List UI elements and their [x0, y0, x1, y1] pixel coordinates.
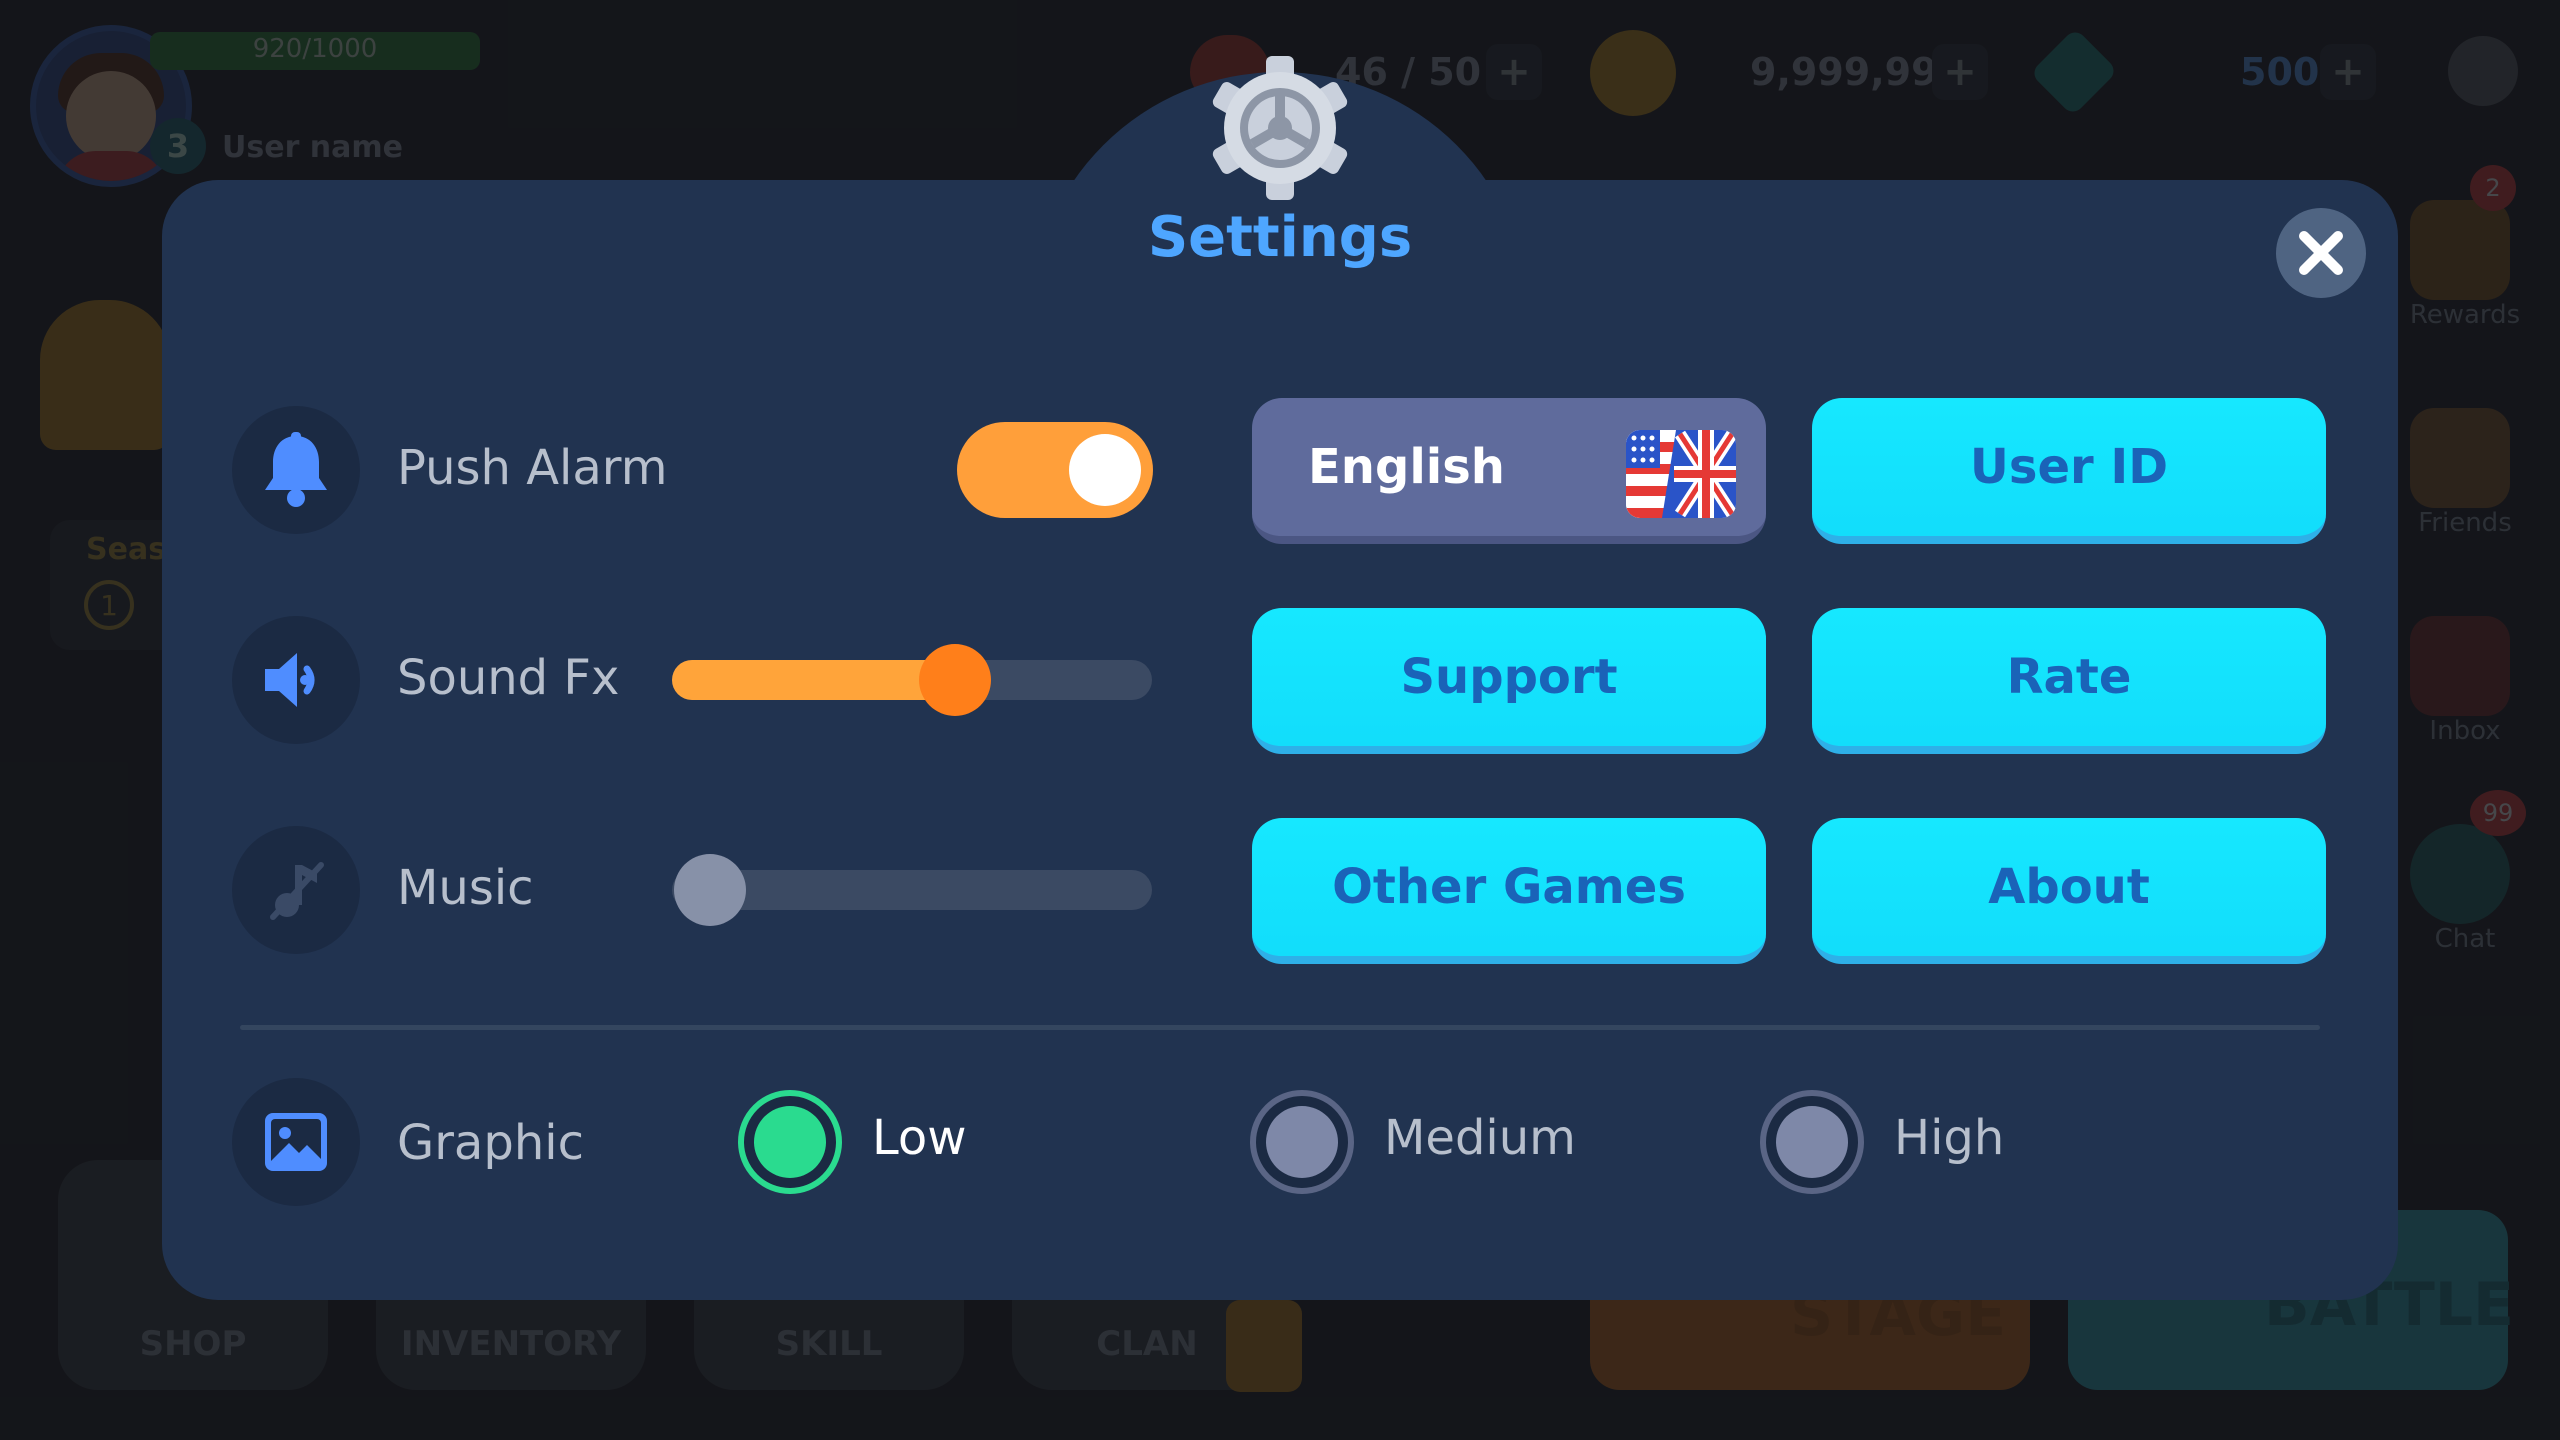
username: User name [222, 130, 404, 165]
graphic-medium-radio[interactable] [1250, 1090, 1354, 1194]
slider-thumb[interactable] [919, 644, 991, 716]
nav-label: SHOP [139, 1324, 247, 1364]
user-id-button[interactable]: User ID [1812, 398, 2326, 544]
section-divider [240, 1025, 2320, 1030]
gift-icon [2410, 200, 2510, 300]
music-muted-icon [270, 862, 324, 920]
sound-fx-label: Sound Fx [397, 650, 620, 706]
bell-icon [265, 432, 327, 507]
coin-icon [1590, 30, 1676, 116]
speaker-icon [265, 653, 315, 707]
settings-gear-icon[interactable] [2448, 36, 2518, 106]
music-icon-wrap [232, 826, 360, 954]
clan-lock-icon [1226, 1300, 1302, 1392]
graphic-high-radio[interactable] [1760, 1090, 1864, 1194]
chat-icon [2410, 824, 2510, 924]
rewards-badge: 2 [2470, 165, 2516, 211]
radio-dot [1776, 1106, 1848, 1178]
side-label: Friends [2418, 508, 2512, 538]
side-label: Inbox [2429, 716, 2501, 746]
toggle-knob [1069, 434, 1141, 506]
about-button[interactable]: About [1812, 818, 2326, 964]
side-chat-button[interactable]: Chat [2390, 814, 2540, 984]
language-button[interactable]: English [1252, 398, 1766, 544]
push-alarm-toggle[interactable] [957, 422, 1153, 518]
nav-label: INVENTORY [400, 1324, 622, 1364]
side-rewards-button[interactable]: Rewards [2390, 190, 2540, 360]
other-games-button[interactable]: Other Games [1252, 818, 1766, 964]
season-value: 1 [84, 580, 134, 630]
add-gems-button[interactable]: + [2320, 44, 2376, 100]
graphic-medium-label[interactable]: Medium [1384, 1110, 1576, 1166]
graphic-low-label[interactable]: Low [872, 1110, 967, 1166]
level-badge: 3 [150, 118, 206, 174]
push-alarm-icon-wrap [232, 406, 360, 534]
music-slider[interactable] [672, 854, 1152, 926]
graphic-high-label[interactable]: High [1894, 1110, 2004, 1166]
support-button[interactable]: Support [1252, 608, 1766, 754]
sound-fx-slider[interactable] [672, 644, 1152, 716]
side-inbox-button[interactable]: Inbox [2390, 606, 2540, 776]
us-uk-flag-icon [1626, 430, 1736, 518]
close-button[interactable] [2276, 208, 2366, 298]
radio-dot [754, 1106, 826, 1178]
settings-gear-emblem-icon [1200, 48, 1360, 208]
add-coins-button[interactable]: + [1932, 44, 1988, 100]
sound-fx-icon-wrap [232, 616, 360, 744]
radio-dot [1266, 1106, 1338, 1178]
mailbox-icon [2410, 616, 2510, 716]
chat-badge: 99 [2470, 790, 2526, 836]
side-label: Chat [2434, 924, 2496, 954]
add-hearts-button[interactable]: + [1486, 44, 1542, 100]
nav-label: SKILL [775, 1324, 883, 1364]
graphic-icon-wrap [232, 1078, 360, 1206]
lock-chest-icon[interactable] [40, 300, 170, 450]
rate-button[interactable]: Rate [1812, 608, 2326, 754]
slider-fill [672, 660, 955, 700]
season-label: Seas [86, 532, 167, 567]
gem-icon [2029, 27, 2119, 117]
push-alarm-label: Push Alarm [397, 440, 668, 496]
friends-icon [2410, 408, 2510, 508]
settings-title: Settings [1147, 205, 1413, 270]
music-label: Music [397, 860, 534, 916]
xp-text: 920/1000 [252, 34, 378, 64]
close-icon [2299, 231, 2343, 275]
language-label: English [1308, 439, 1505, 495]
gems-count: 500 [2240, 50, 2320, 94]
side-friends-button[interactable]: Friends [2390, 398, 2540, 568]
graphic-low-radio[interactable] [738, 1090, 842, 1194]
graphic-label: Graphic [397, 1115, 584, 1171]
image-icon [265, 1113, 327, 1171]
xp-bar: 920/1000 [150, 32, 480, 70]
side-label: Rewards [2409, 300, 2521, 330]
slider-thumb[interactable] [674, 854, 746, 926]
